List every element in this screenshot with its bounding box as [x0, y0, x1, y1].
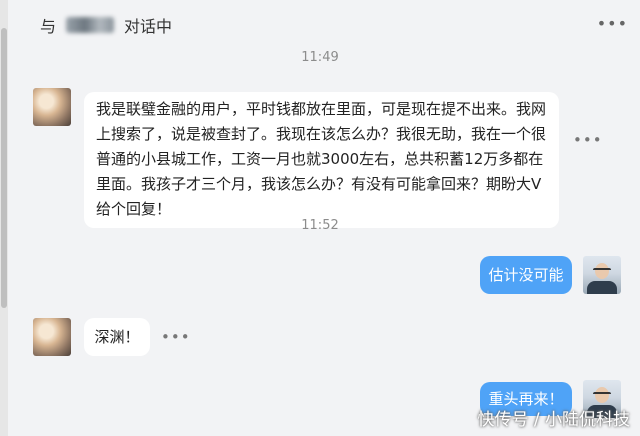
contact-avatar[interactable] [33, 88, 71, 126]
contact-avatar[interactable] [33, 318, 71, 356]
more-options-icon[interactable]: ••• [597, 14, 628, 33]
timestamp: 11:49 [301, 50, 339, 65]
message-more-icon[interactable]: ••• [161, 328, 191, 346]
chat-header: 与 对话中 [8, 0, 640, 50]
chat-title-suffix: 对话中 [124, 17, 173, 36]
blurred-contact-name [66, 17, 115, 33]
message-more-icon[interactable]: ••• [573, 131, 603, 149]
scrollbar-thumb[interactable] [1, 28, 7, 308]
user-avatar[interactable] [583, 256, 621, 294]
timestamp: 11:52 [301, 218, 339, 233]
chat-title-prefix: 与 [40, 17, 57, 36]
incoming-message: 我是联璧金融的用户，平时钱都放在里面，可是现在提不出来。我网上搜索了，说是被查封… [84, 92, 559, 228]
incoming-message: 深渊！ [84, 318, 150, 356]
watermark: 快传号 / 小陆侃科技 [477, 410, 630, 430]
outgoing-message: 估计没可能 [480, 256, 572, 294]
